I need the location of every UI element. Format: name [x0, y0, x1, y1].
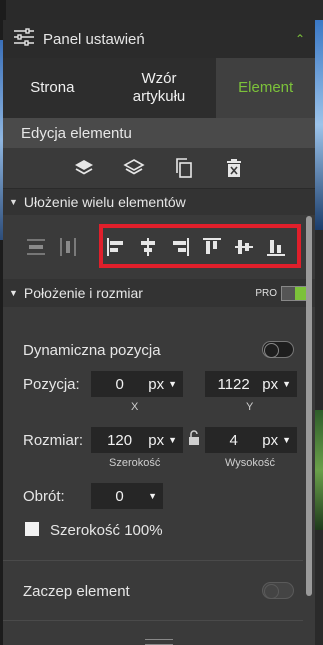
size-label: Rozmiar: — [23, 432, 84, 449]
height-field[interactable]: 4 px ▼ — [205, 427, 297, 453]
trash-icon[interactable] — [223, 157, 245, 179]
x-value: 0 — [115, 375, 124, 393]
rotate-value: 0 — [115, 487, 124, 505]
resize-grip[interactable] — [145, 639, 173, 645]
width-value: 120 — [107, 431, 133, 449]
full-width-label: Szerokość 100% — [50, 522, 163, 539]
y-unit-caret-icon: ▼ — [282, 379, 291, 389]
divider — [3, 560, 303, 561]
tab-wzor-artykulu[interactable]: Wzór artykułu — [102, 58, 217, 118]
layers-icon[interactable] — [73, 157, 95, 179]
layers-alt-icon[interactable] — [123, 157, 145, 179]
rotate-label: Obrót: — [23, 488, 65, 505]
multi-elements-title: Ułożenie wielu elementów — [23, 194, 186, 210]
tab-element[interactable]: Element — [216, 58, 315, 118]
y-unit: px — [262, 375, 279, 393]
width-unit: px — [148, 431, 165, 449]
distribute-vertical-icon[interactable] — [25, 236, 47, 258]
sliders-icon — [13, 27, 35, 51]
triangle-down-icon: ▼ — [9, 197, 18, 207]
divider — [3, 620, 303, 621]
edit-toolbar — [3, 148, 315, 188]
width-unit-caret-icon: ▼ — [168, 435, 177, 445]
x-sublabel: X — [131, 401, 139, 413]
height-unit: px — [262, 431, 279, 449]
height-unit-caret-icon: ▼ — [282, 435, 291, 445]
page-background-right-image-2 — [315, 410, 323, 530]
tab-bar: Strona Wzór artykułu Element — [3, 58, 315, 118]
width-sublabel: Szerokość — [109, 457, 161, 469]
full-width-checkbox[interactable] — [25, 522, 39, 536]
y-value: 1122 — [217, 375, 250, 393]
height-sublabel: Wysokość — [225, 457, 276, 469]
section-title: Edycja elementu — [3, 118, 315, 148]
chevron-up-icon[interactable]: ⌃ — [295, 32, 305, 46]
dynamic-position-label: Dynamiczna pozycja — [23, 342, 161, 359]
copy-icon[interactable] — [173, 157, 195, 179]
scrollbar[interactable] — [306, 216, 312, 596]
x-unit-caret-icon: ▼ — [168, 379, 177, 389]
position-label: Pozycja: — [23, 376, 80, 393]
tab-strona[interactable]: Strona — [3, 58, 102, 118]
multi-elements-header[interactable]: ▼ Ułożenie wielu elementów — [3, 188, 315, 215]
height-value: 4 — [229, 431, 238, 449]
y-sublabel: Y — [246, 401, 254, 413]
triangle-down-icon: ▼ — [9, 288, 18, 298]
panel-title: Panel ustawień — [43, 30, 145, 48]
panel-header[interactable]: Panel ustawień ⌃ — [3, 20, 315, 58]
settings-panel: Panel ustawień ⌃ Strona Wzór artykułu El… — [3, 20, 315, 645]
pro-label: PRO — [255, 287, 277, 299]
rotate-field[interactable]: 0 ▼ — [91, 483, 163, 509]
lock-icon[interactable] — [188, 430, 200, 451]
width-field[interactable]: 120 px ▼ — [91, 427, 183, 453]
highlight-box — [99, 224, 301, 268]
align-toolbar — [3, 215, 315, 279]
x-field[interactable]: 0 px ▼ — [91, 371, 183, 397]
distribute-horizontal-icon[interactable] — [57, 236, 79, 258]
rotate-caret-icon: ▼ — [148, 491, 157, 501]
tab-wzor-artykulu-label: Wzór artykułu — [132, 70, 186, 105]
position-size-header[interactable]: ▼ Położenie i rozmiar PRO — [3, 279, 315, 307]
position-size-title: Położenie i rozmiar — [23, 285, 143, 301]
pro-toggle[interactable] — [281, 285, 309, 301]
x-unit: px — [148, 375, 165, 393]
dynamic-position-switch[interactable] — [262, 341, 294, 358]
anchor-switch[interactable] — [262, 582, 294, 599]
anchor-label: Zaczep element — [23, 583, 130, 600]
y-field[interactable]: 1122 px ▼ — [205, 371, 297, 397]
page-background-right-image — [315, 20, 323, 230]
